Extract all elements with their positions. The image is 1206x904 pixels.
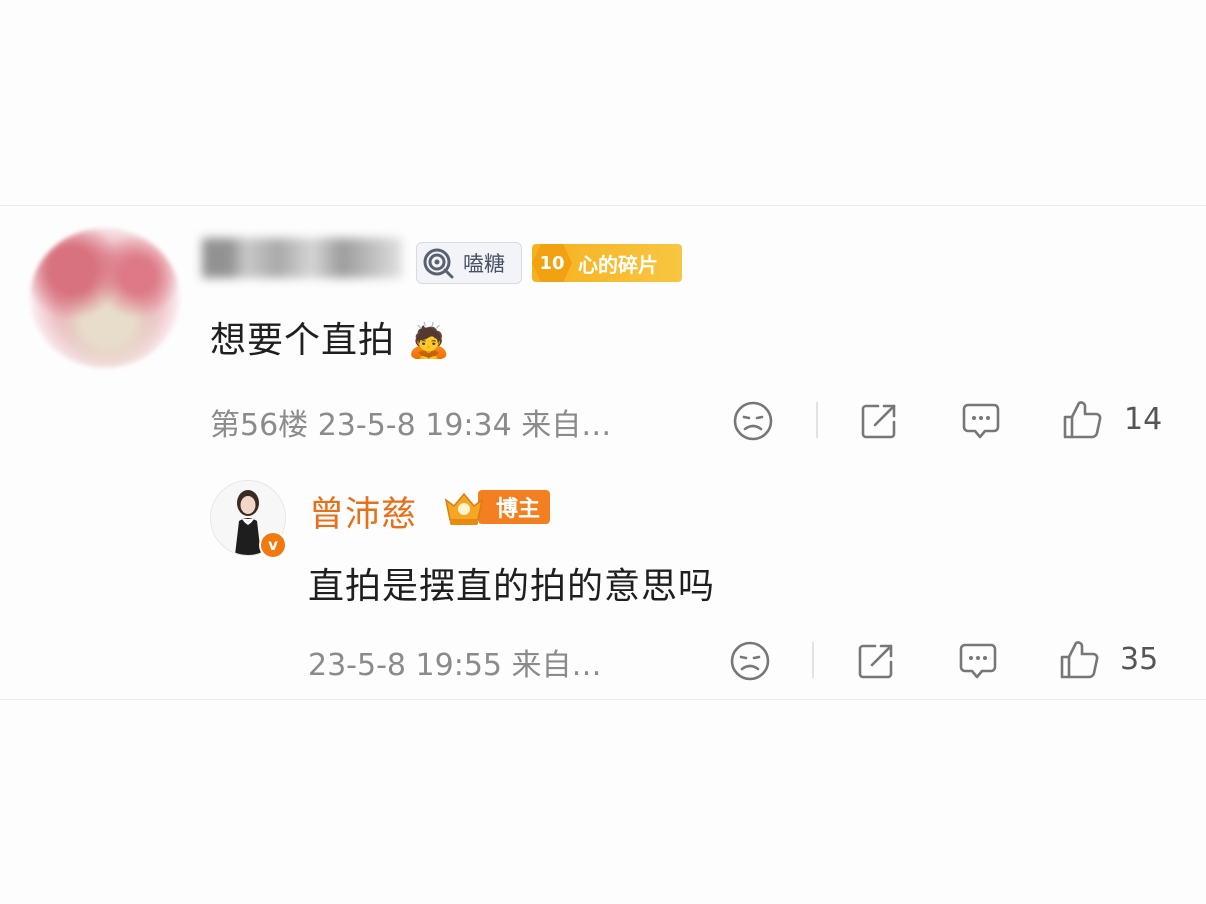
action-separator [812, 642, 814, 678]
like-count: 14 [1124, 402, 1163, 437]
like-icon[interactable] [1057, 638, 1101, 682]
blogger-badge[interactable]: 博主 [440, 488, 552, 526]
author-name[interactable]: 曾沛慈 [309, 486, 417, 537]
reply-meta: 23-5-8 19:55 来自… [308, 648, 602, 683]
user-tag-label: 嗑糖 [463, 252, 505, 276]
action-separator [816, 402, 818, 438]
blogger-label: 博主 [478, 490, 551, 524]
fan-level-number: 10 [532, 244, 572, 282]
bowing-emoji-icon: 🙇 [407, 321, 451, 361]
like-icon[interactable] [1060, 398, 1104, 442]
comment-body: 想要个直拍 🙇 [210, 311, 451, 363]
verified-icon: v [259, 531, 287, 559]
comment-meta: 第56楼 23-5-8 19:34 来自… [210, 408, 612, 443]
share-icon[interactable] [858, 400, 900, 442]
dislike-icon[interactable] [732, 400, 774, 442]
crown-icon [444, 492, 484, 525]
commenter-avatar[interactable] [30, 228, 180, 368]
user-tag-badge[interactable]: 嗑糖 [416, 242, 522, 284]
fan-level-badge[interactable]: 10 心的碎片 [532, 244, 682, 282]
dislike-icon[interactable] [729, 640, 771, 682]
commenter-name[interactable] [202, 238, 402, 278]
lollipop-icon [423, 248, 454, 279]
comment-icon[interactable] [957, 640, 999, 682]
top-divider [0, 205, 1206, 206]
share-icon[interactable] [855, 640, 897, 682]
bottom-divider [0, 699, 1206, 700]
comment-icon[interactable] [960, 400, 1002, 442]
fan-badge-label: 心的碎片 [578, 252, 658, 277]
reply-text: 直拍是摆直的拍的意思吗 [308, 566, 716, 607]
like-count: 35 [1120, 642, 1159, 677]
comment-text: 想要个直拍 [210, 320, 396, 361]
